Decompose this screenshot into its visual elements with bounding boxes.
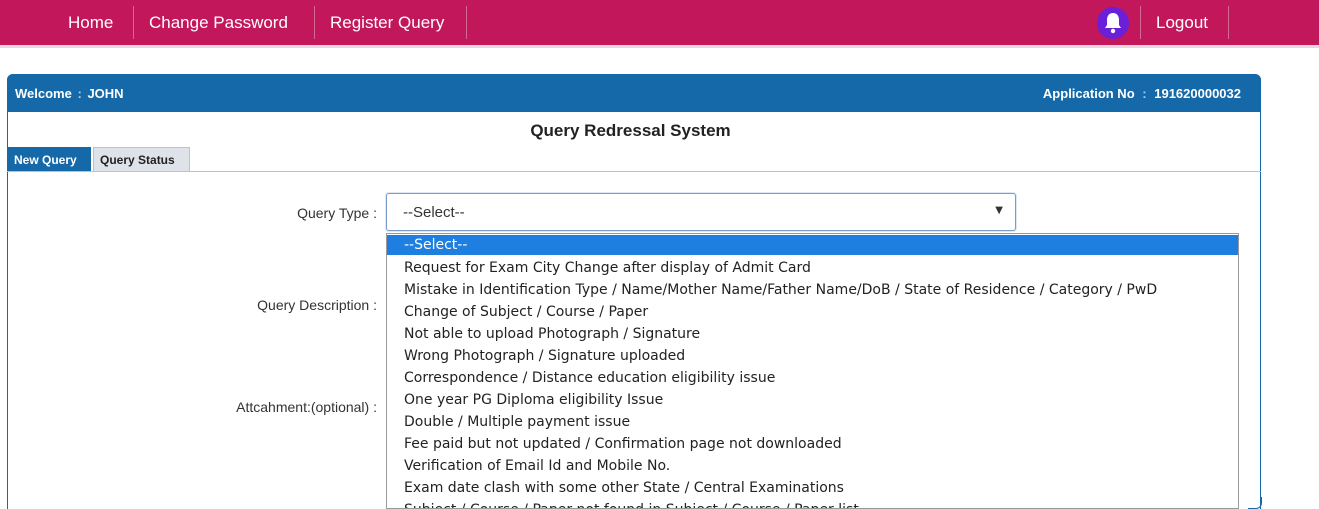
attachment-label: Attcahment:(optional) : [236, 399, 377, 415]
dropdown-option[interactable]: Subject / Course / Paper not found in Su… [387, 500, 1238, 508]
query-type-select[interactable]: --Select-- ▼ [386, 193, 1016, 231]
nav-divider [466, 6, 467, 39]
query-type-dropdown-list[interactable]: --Select-- Request for Exam City Change … [386, 233, 1239, 509]
dropdown-option[interactable]: Exam date clash with some other State / … [387, 478, 1238, 498]
dropdown-option[interactable]: Change of Subject / Course / Paper [387, 302, 1238, 322]
page-title: Query Redressal System [530, 121, 731, 140]
nav-divider [1228, 6, 1229, 39]
nav-divider [133, 6, 134, 39]
tab-new-query[interactable]: New Query [7, 147, 91, 171]
dropdown-option[interactable]: Fee paid but not updated / Confirmation … [387, 434, 1238, 454]
panel-header: Welcome : JOHN Application No : 19162000… [7, 74, 1261, 112]
user-name: JOHN [87, 86, 124, 101]
dropdown-option[interactable]: Request for Exam City Change after displ… [387, 258, 1238, 278]
application-separator: : [1142, 86, 1147, 101]
dropdown-option[interactable]: Mistake in Identification Type / Name/Mo… [387, 280, 1238, 300]
tab-divider [7, 171, 1261, 172]
dropdown-option[interactable]: Verification of Email Id and Mobile No. [387, 456, 1238, 476]
chevron-down-icon: ▼ [995, 205, 1003, 216]
nav-change-password-link[interactable]: Change Password [149, 0, 288, 45]
dropdown-option[interactable]: One year PG Diploma eligibility Issue [387, 390, 1238, 410]
logout-link[interactable]: Logout [1156, 0, 1208, 45]
nav-register-query-link[interactable]: Register Query [330, 0, 444, 45]
dropdown-option[interactable]: Wrong Photograph / Signature uploaded [387, 346, 1238, 366]
application-label: Application No [1042, 86, 1135, 101]
query-description-label: Query Description : [257, 297, 377, 313]
dropdown-option[interactable]: --Select-- [387, 235, 1238, 255]
welcome-separator: : [77, 86, 82, 101]
query-type-label: Query Type : [297, 205, 377, 221]
welcome-label: Welcome [15, 86, 72, 101]
query-type-selected-value: --Select-- [403, 204, 465, 221]
nav-divider [1140, 6, 1141, 39]
navbar-underline [0, 45, 1319, 48]
panel-corner [1248, 497, 1262, 509]
tab-query-status[interactable]: Query Status [93, 147, 190, 171]
nav-home-link[interactable]: Home [68, 0, 113, 45]
application-value: 191620000032 [1154, 86, 1241, 101]
notification-bell-icon[interactable] [1097, 7, 1129, 39]
top-navbar: Home Change Password Register Query Logo… [0, 0, 1319, 45]
nav-divider [314, 6, 315, 39]
dropdown-option[interactable]: Double / Multiple payment issue [387, 412, 1238, 432]
dropdown-option[interactable]: Correspondence / Distance education elig… [387, 368, 1238, 388]
welcome-text: Welcome : JOHN [15, 86, 124, 101]
dropdown-option[interactable]: Not able to upload Photograph / Signatur… [387, 324, 1238, 344]
application-number: Application No : 191620000032 [1043, 86, 1241, 101]
